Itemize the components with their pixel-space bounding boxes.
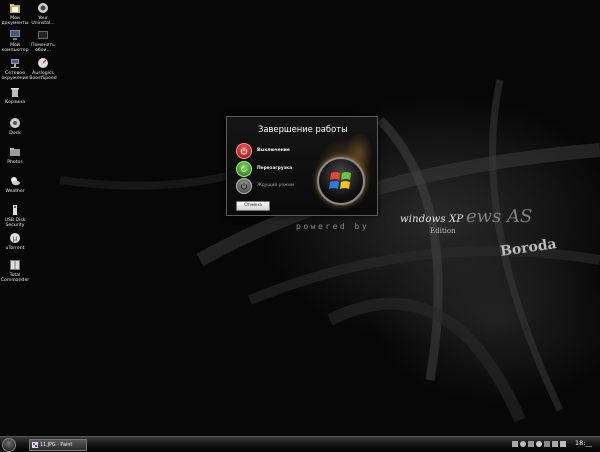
uninstaller-icon [38,3,48,13]
tray-utorrent-icon[interactable] [536,441,542,447]
desktop-icon-label: Поменять обои... [31,43,55,54]
restart-label[interactable]: Перезагрузка [257,166,292,171]
wallpaper-brand: windows XP [400,214,464,225]
paint-app-icon [32,442,38,448]
taskbar-clock[interactable]: 18:__ [575,439,592,447]
folder-documents-icon [10,4,20,13]
desktop-icon-change-wallpaper[interactable]: Поменять обои... [28,29,58,54]
standby-button[interactable] [236,178,252,194]
desktop-icon-label: Мой компьютер [1,43,29,54]
boostspeed-icon [38,58,48,68]
weather-icon [11,177,20,186]
photos-icon [10,148,20,156]
desktop-icon-label: Total Commander [0,273,30,284]
taskbar: 11.JPG - Paint 18:__ [0,436,600,452]
wallpaper-icon [38,31,48,39]
desktop-icon-label: Your Uninstal... [31,16,55,27]
tray-display-icon[interactable] [544,441,550,447]
tray-network-icon[interactable] [512,441,518,447]
desktop-icon-total-commander[interactable]: Total Commander [0,259,30,284]
usb-security-icon [13,205,17,215]
shutdown-dialog: Завершение работы Выключение Перезагрузк… [226,116,378,216]
wallpaper-edition: Edition [430,227,456,235]
desktop-icon-label: USB Disk Security [4,218,26,229]
desktop-icon-label: Сетевое окружение [1,71,29,82]
tray-volume-icon[interactable] [552,441,558,447]
desktop-icon-boostspeed[interactable]: Auslogics BoostSpeed [28,57,58,82]
wallpaper-series: ews AS [466,206,533,227]
desktop-icon-uninstaller[interactable]: Your Uninstal... [28,2,58,27]
desktop-icon-label: Photos [7,160,23,165]
computer-icon [10,30,20,40]
desktop-wallpaper: powered by ews AS windows XP Edition Bor… [0,0,600,436]
restart-button[interactable] [236,161,252,177]
shutdown-label[interactable]: Выключение [257,148,290,153]
shutdown-button[interactable] [236,143,252,159]
system-tray [512,439,574,449]
desktop-icon-label: Мои документы [1,16,29,27]
total-commander-icon [10,260,20,270]
desktop-icon-label: Dock [9,131,21,136]
taskbar-window-label: 11.JPG - Paint [40,442,73,448]
desktop-icon-label: uTorrent [5,246,25,251]
tray-security-icon[interactable] [520,441,526,447]
desktop-icon-label: Корзина [4,100,26,105]
utorrent-icon: µ [10,233,20,243]
taskbar-window-button[interactable]: 11.JPG - Paint [29,439,87,451]
desktop-icon-label: Auslogics BoostSpeed [29,71,57,82]
restart-icon [241,165,247,172]
wallpaper-tagline: powered by [296,222,370,231]
desktop-icon-recycle-bin[interactable]: Корзина [0,86,30,105]
desktop-icon-utorrent[interactable]: µ uTorrent [0,232,30,251]
desktop-icon-weather[interactable]: Weather [0,175,30,194]
network-icon [11,59,19,68]
desktop-icon-network[interactable]: Сетевое окружение [0,57,30,82]
standby-label[interactable]: Ждущий режим [257,183,294,188]
svg-text:µ: µ [13,235,18,243]
cancel-button[interactable]: Отмена [236,201,270,211]
desktop-icon-dock[interactable]: Dock [0,117,30,136]
desktop-icon-my-documents[interactable]: Мои документы [0,2,30,27]
recycle-bin-icon [11,88,19,97]
desktop-icon-label: Weather [5,189,25,194]
windows-logo-icon [317,157,365,205]
standby-icon [240,182,248,190]
desktop-icon-usb-disk-security[interactable]: USB Disk Security [0,204,30,229]
dialog-title: Завершение работы [258,124,348,134]
dock-icon [10,118,20,128]
desktop-icon-my-computer[interactable]: Мой компьютер [0,29,30,54]
tray-language-icon[interactable] [560,441,566,447]
power-off-icon [240,147,248,155]
windows-flag-icon [329,172,351,189]
desktop-icon-photos[interactable]: Photos [0,146,30,165]
tray-usb-icon[interactable] [528,441,534,447]
